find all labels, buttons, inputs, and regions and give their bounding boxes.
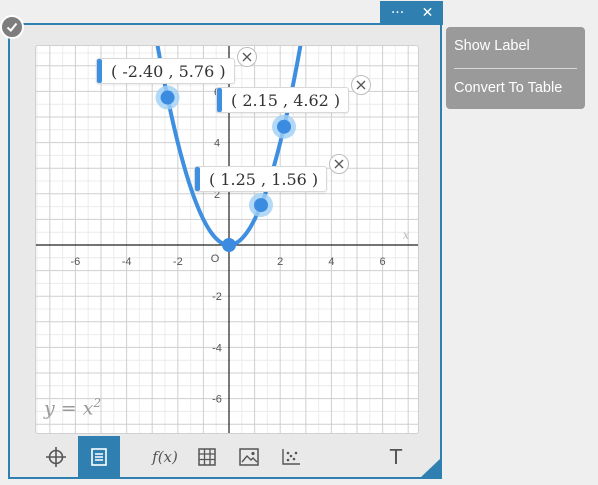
function-label: y = x2 — [44, 396, 102, 420]
close-icon[interactable] — [237, 47, 257, 67]
check-icon[interactable] — [0, 15, 24, 39]
convert-to-table-menu-item[interactable]: Convert To Table — [454, 80, 562, 96]
point-label-2[interactable]: ( 2.15 , 4.62 ) — [216, 87, 350, 113]
close-icon[interactable] — [329, 154, 349, 174]
context-menu: Show Label Convert To Table — [446, 27, 585, 109]
x-tick-label: 4 — [328, 256, 334, 268]
data-point — [222, 238, 236, 252]
point-label-text: ( 2.15 , 4.62 ) — [231, 90, 341, 110]
point-label-1[interactable]: ( -2.40 , 5.76 ) — [96, 58, 235, 84]
y-tick-label: 4 — [214, 138, 220, 150]
point-label-3[interactable]: ( 1.25 , 1.56 ) — [194, 166, 328, 192]
graph-toolbar: f(x) T — [35, 435, 417, 479]
graph-area[interactable]: -6-4-2246642-2-4-6Ox y = x2 ( -2.40 , 5.… — [35, 45, 419, 434]
y-tick-label: -6 — [212, 394, 222, 406]
x-tick-label: 6 — [380, 256, 386, 268]
data-point — [254, 198, 268, 213]
data-point — [160, 90, 175, 105]
window-titlebar: ··· ✕ — [380, 1, 443, 25]
image-icon[interactable] — [228, 436, 270, 478]
y-tick-label: -2 — [212, 291, 222, 303]
show-label-menu-item[interactable]: Show Label — [454, 38, 530, 54]
menu-divider — [454, 68, 577, 69]
text-icon[interactable]: T — [375, 436, 417, 478]
table-icon[interactable] — [186, 436, 228, 478]
x-tick-label: -2 — [173, 256, 183, 268]
data-point — [277, 119, 292, 134]
x-tick-label: -4 — [122, 256, 132, 268]
label-accent-bar — [217, 88, 222, 112]
x-tick-label: -6 — [71, 256, 81, 268]
list-icon[interactable] — [78, 436, 120, 478]
function-icon[interactable]: f(x) — [144, 436, 186, 478]
x-tick-label: 2 — [277, 256, 283, 268]
origin-label: O — [211, 253, 220, 265]
more-options-button[interactable]: ··· — [382, 1, 413, 25]
point-label-text: ( -2.40 , 5.76 ) — [111, 61, 226, 81]
label-accent-bar — [97, 59, 102, 83]
close-icon[interactable] — [351, 75, 371, 95]
close-window-button[interactable]: ✕ — [412, 1, 443, 25]
x-axis-label: x — [403, 228, 410, 242]
crosshair-icon[interactable] — [35, 436, 77, 478]
point-label-text: ( 1.25 , 1.56 ) — [209, 169, 319, 189]
y-tick-label: -4 — [212, 342, 222, 354]
scatter-plot-icon[interactable] — [270, 436, 312, 478]
label-accent-bar — [195, 167, 200, 191]
